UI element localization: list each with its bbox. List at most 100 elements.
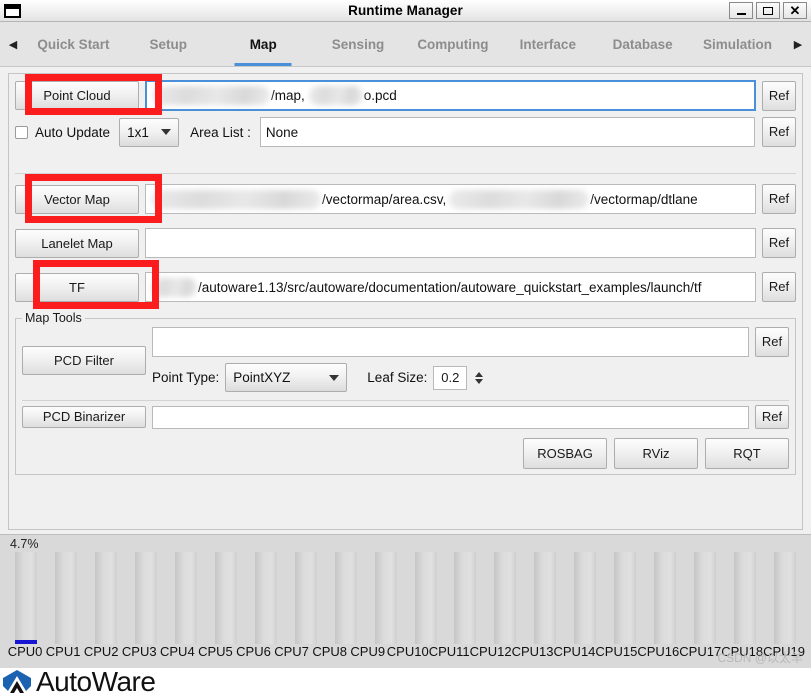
cpu-label: CPU2 (83, 644, 119, 659)
chevron-down-icon (329, 374, 340, 381)
runtime-manager-window: Runtime Manager ✕ ◀ Quick Start Setup Ma… (0, 0, 811, 698)
cpu-label: CPU16 (637, 644, 680, 659)
tab-map[interactable]: Map (216, 22, 311, 66)
tab-scroll-right-icon[interactable]: ▶ (785, 22, 811, 66)
cpu-bar-column (485, 551, 525, 644)
point-cloud-path-input[interactable]: /map, o.pcd (145, 80, 756, 111)
pcd-binarizer-button[interactable]: PCD Binarizer (22, 406, 146, 428)
autoware-mark-icon (3, 670, 31, 693)
tab-computing[interactable]: Computing (406, 22, 501, 66)
stepper-down-icon[interactable] (475, 378, 484, 384)
map-tab-content: Point Cloud /map, o.pcd Ref Auto Update … (0, 67, 811, 534)
maximize-button[interactable] (756, 2, 780, 19)
pcd-filter-controls: Ref Point Type: PointXYZ Leaf Size: 0.2 (152, 327, 789, 394)
lanelet-map-ref-button[interactable]: Ref (762, 228, 796, 258)
point-type-dropdown[interactable]: PointXYZ (225, 363, 348, 392)
point-cloud-row: Point Cloud /map, o.pcd Ref (15, 74, 796, 115)
map-tools-group: Map Tools PCD Filter Ref Point Type: Poi… (15, 311, 796, 475)
leaf-size-stepper[interactable] (475, 371, 484, 384)
area-list-ref-button[interactable]: Ref (762, 117, 796, 147)
cpu-bar (734, 552, 757, 644)
cpu-bar-column (6, 551, 46, 644)
area-list-input[interactable]: None (259, 117, 755, 147)
tab-scroll-left-icon[interactable]: ◀ (0, 22, 26, 66)
point-type-value: PointXYZ (233, 370, 291, 385)
minimize-icon (736, 12, 746, 15)
footer-logo-bar: AutoWare (0, 668, 811, 698)
chevron-down-icon (161, 129, 172, 135)
pcd-filter-path-input[interactable] (152, 327, 749, 357)
pcd-filter-button-cell: PCD Filter (22, 327, 146, 394)
vector-map-button[interactable]: Vector Map (15, 184, 139, 214)
pcd-binarizer-row: PCD Binarizer Ref (22, 405, 789, 429)
stepper-up-icon[interactable] (475, 371, 484, 377)
lanelet-map-path-input[interactable] (145, 228, 756, 258)
grid-size-dropdown[interactable]: 1x1 (119, 117, 180, 147)
tab-quick-start[interactable]: Quick Start (26, 22, 121, 66)
cpu-label: CPU4 (160, 644, 195, 659)
pcd-binarizer-ref-button[interactable]: Ref (755, 405, 789, 429)
map-panel: Point Cloud /map, o.pcd Ref Auto Update … (8, 73, 803, 530)
cpu-bar-column (86, 551, 126, 644)
cpu-bar (414, 552, 437, 644)
pcd-filter-button[interactable]: PCD Filter (22, 346, 146, 375)
cpu-bar-fill (14, 639, 37, 644)
leaf-size-input[interactable]: 0.2 (433, 365, 468, 390)
cpu-label: CPU15 (595, 644, 638, 659)
pcd-binarizer-path-input[interactable] (152, 405, 749, 429)
minimize-button[interactable] (729, 2, 753, 19)
auto-update-checkbox[interactable] (15, 125, 28, 139)
action-buttons: ROSBAG RViz RQT (22, 438, 789, 469)
vector-map-path-input[interactable]: /vectormap/area.csv, /vectormap/dtlane (145, 184, 756, 214)
cpu-bar-column (126, 551, 166, 644)
divider (15, 173, 796, 174)
window-controls: ✕ (729, 2, 811, 19)
tab-sensing[interactable]: Sensing (311, 22, 406, 66)
close-button[interactable]: ✕ (783, 2, 807, 19)
point-cloud-path-mid: /map, (271, 88, 305, 103)
cpu-bar-column (765, 551, 805, 644)
auto-update-row: Auto Update 1x1 Area List : None Ref (15, 117, 796, 147)
tf-ref-button[interactable]: Ref (762, 272, 796, 302)
lanelet-map-button[interactable]: Lanelet Map (15, 228, 139, 258)
cpu-bar (174, 552, 197, 644)
divider (22, 400, 789, 401)
auto-update-label: Auto Update (35, 124, 111, 140)
cpu-bar-column (445, 551, 485, 644)
vector-map-ref-button[interactable]: Ref (762, 184, 796, 214)
tab-simulation[interactable]: Simulation (690, 22, 785, 66)
rosbag-button[interactable]: ROSBAG (523, 438, 607, 469)
tab-setup[interactable]: Setup (121, 22, 216, 66)
cpu-bar-column (685, 551, 725, 644)
cpu-bar-column (525, 551, 565, 644)
cpu-bar-column (565, 551, 605, 644)
cpu-bar (614, 552, 637, 644)
cpu-bar-column (286, 551, 326, 644)
cpu-bar (654, 552, 677, 644)
rviz-button[interactable]: RViz (614, 438, 698, 469)
cpu-bar-column (326, 551, 366, 644)
cpu-bar (574, 552, 597, 644)
tf-path-value: /autoware1.13/src/autoware/documentation… (198, 279, 702, 295)
point-cloud-path-end: o.pcd (363, 88, 397, 103)
pcd-filter-row: PCD Filter Ref Point Type: PointXYZ Leaf… (22, 327, 789, 394)
point-cloud-button[interactable]: Point Cloud (15, 81, 139, 110)
cpu-monitor: 4.7% CPU0 CPU1 CPU2 CPU3 CPU4 CPU5 CPU6 CPU7 CPU… (0, 534, 811, 668)
tab-list: Quick Start Setup Map Sensing Computing … (26, 22, 785, 66)
cpu-bar (454, 552, 477, 644)
tab-bar: ◀ Quick Start Setup Map Sensing Computin… (0, 22, 811, 67)
watermark-text: CSDN @以太羊 (717, 651, 803, 665)
tab-interface[interactable]: Interface (500, 22, 595, 66)
cpu-label-row: CPU0 CPU1 CPU2 CPU3 CPU4 CPU5 CPU6 CPU7 CPU8 CPU9… (4, 644, 807, 659)
cpu-bar-column (645, 551, 685, 644)
cpu-label: CPU9 (350, 644, 386, 659)
tf-path-input[interactable]: /autoware1.13/src/autoware/documentation… (145, 272, 756, 302)
tab-database[interactable]: Database (595, 22, 690, 66)
cpu-bar-column (246, 551, 286, 644)
vector-map-path-end: /vectormap/dtlane (590, 191, 698, 207)
tf-button[interactable]: TF (15, 272, 139, 302)
cpu-bar (774, 552, 797, 644)
rqt-button[interactable]: RQT (705, 438, 789, 469)
point-cloud-ref-button[interactable]: Ref (762, 80, 796, 111)
pcd-filter-ref-button[interactable]: Ref (755, 327, 789, 357)
